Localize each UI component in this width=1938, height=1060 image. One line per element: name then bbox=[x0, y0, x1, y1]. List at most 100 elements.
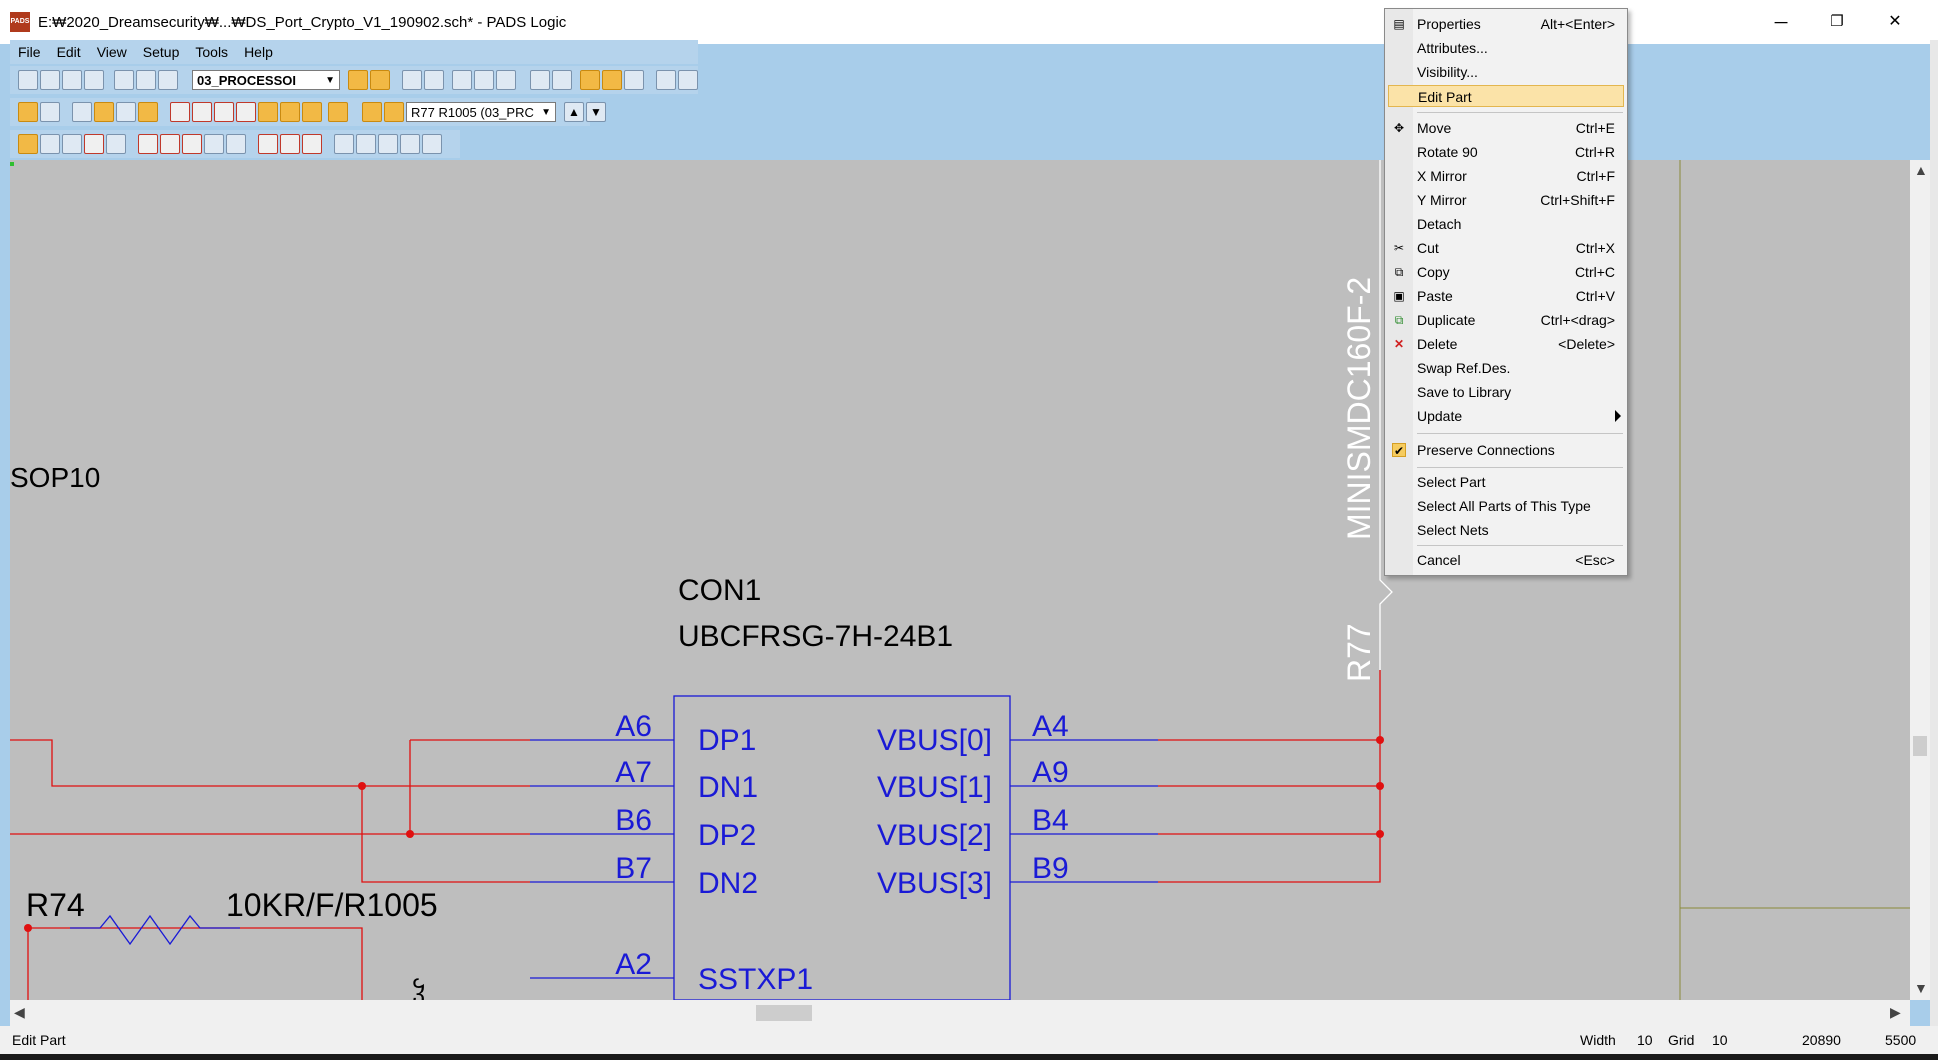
rotate-tool-icon[interactable] bbox=[62, 134, 82, 154]
menu-item-save-to-library[interactable]: Save to Library bbox=[1385, 381, 1627, 403]
tool-e-icon[interactable] bbox=[624, 70, 644, 90]
connect-d-icon[interactable] bbox=[204, 134, 224, 154]
place-d-icon[interactable] bbox=[236, 102, 256, 122]
menu-item-label: Cancel bbox=[1417, 552, 1461, 568]
menu-help[interactable]: Help bbox=[236, 40, 281, 64]
tool-f-icon[interactable] bbox=[656, 70, 676, 90]
place-c-icon[interactable] bbox=[214, 102, 234, 122]
menu-item-delete[interactable]: ✕ Delete <Delete> bbox=[1385, 333, 1627, 355]
connect-e-icon[interactable] bbox=[226, 134, 246, 154]
delete-tool-icon[interactable] bbox=[84, 134, 104, 154]
place-e-icon[interactable] bbox=[258, 102, 278, 122]
net-c-icon[interactable] bbox=[302, 134, 322, 154]
menu-item-attributes[interactable]: Attributes... bbox=[1385, 37, 1627, 59]
scroll-right-icon[interactable]: ▶ bbox=[1890, 1004, 1901, 1021]
scroll-left-icon[interactable]: ◀ bbox=[14, 1004, 25, 1021]
menu-item-visibility[interactable]: Visibility... bbox=[1385, 61, 1627, 83]
copy-icon[interactable] bbox=[136, 70, 156, 90]
cut-icon[interactable] bbox=[114, 70, 134, 90]
add-wire-icon[interactable] bbox=[94, 102, 114, 122]
menu-item-select-all-parts[interactable]: Select All Parts of This Type bbox=[1385, 495, 1627, 517]
menu-setup[interactable]: Setup bbox=[135, 40, 188, 64]
place-a-icon[interactable] bbox=[170, 102, 190, 122]
connect-c-icon[interactable] bbox=[182, 134, 202, 154]
place-g-icon[interactable] bbox=[302, 102, 322, 122]
design-filter-icon[interactable] bbox=[40, 102, 60, 122]
net-b-icon[interactable] bbox=[280, 134, 300, 154]
maximize-button[interactable]: ❐ bbox=[1822, 10, 1852, 34]
menu-item-edit-part[interactable]: Edit Part bbox=[1388, 85, 1624, 107]
connect-b-icon[interactable] bbox=[160, 134, 180, 154]
connect-a-icon[interactable] bbox=[138, 134, 158, 154]
menu-view[interactable]: View bbox=[89, 40, 135, 64]
add-part-icon[interactable] bbox=[72, 102, 92, 122]
net-a-icon[interactable] bbox=[258, 134, 278, 154]
menu-item-x-mirror[interactable]: X Mirror Ctrl+F bbox=[1385, 165, 1627, 187]
menu-item-cancel[interactable]: Cancel <Esc> bbox=[1385, 549, 1627, 571]
select-filter-icon[interactable] bbox=[370, 70, 390, 90]
menu-item-properties[interactable]: ▤ Properties Alt+<Enter> bbox=[1385, 13, 1627, 35]
zoom-icon[interactable] bbox=[452, 70, 472, 90]
arrow-up-icon[interactable]: ▲ bbox=[564, 102, 584, 122]
tool-a-icon[interactable] bbox=[530, 70, 550, 90]
horizontal-scrollbar[interactable]: ◀ ▶ bbox=[10, 1000, 1910, 1026]
horizontal-scroll-thumb[interactable] bbox=[756, 1005, 812, 1021]
menu-item-swap-refdes[interactable]: Swap Ref.Des. bbox=[1385, 357, 1627, 379]
scroll-down-icon[interactable]: ▼ bbox=[1914, 980, 1928, 996]
attr-a-icon[interactable] bbox=[334, 134, 354, 154]
attr-d-icon[interactable] bbox=[400, 134, 420, 154]
design-select-icon[interactable] bbox=[18, 102, 38, 122]
move-tool-icon[interactable] bbox=[40, 134, 60, 154]
open-icon[interactable] bbox=[40, 70, 60, 90]
menu-edit[interactable]: Edit bbox=[49, 40, 89, 64]
pin-name: DN2 bbox=[698, 867, 758, 900]
board-icon[interactable] bbox=[474, 70, 494, 90]
vertical-scroll-thumb[interactable] bbox=[1913, 736, 1927, 756]
vertical-scrollbar[interactable]: ▲ ▼ bbox=[1910, 160, 1930, 1000]
menu-item-update[interactable]: Update bbox=[1385, 405, 1627, 427]
tool-d-icon[interactable] bbox=[602, 70, 622, 90]
attr-e-icon[interactable] bbox=[422, 134, 442, 154]
new-icon[interactable] bbox=[18, 70, 38, 90]
place-f-icon[interactable] bbox=[280, 102, 300, 122]
menu-item-select-part[interactable]: Select Part bbox=[1385, 471, 1627, 493]
add-bus-icon[interactable] bbox=[116, 102, 136, 122]
part-select[interactable]: R77 R1005 (03_PRC ▼ bbox=[406, 102, 556, 122]
menu-item-move[interactable]: ✥ Move Ctrl+E bbox=[1385, 117, 1627, 139]
menu-file[interactable]: File bbox=[10, 40, 49, 64]
menu-item-preserve-connections[interactable]: ✔ Preserve Connections bbox=[1385, 439, 1627, 461]
text-icon[interactable] bbox=[384, 102, 404, 122]
minimize-button[interactable]: ─ bbox=[1766, 10, 1796, 34]
tool-c-icon[interactable] bbox=[580, 70, 600, 90]
attr-c-icon[interactable] bbox=[378, 134, 398, 154]
menu-item-duplicate[interactable]: ⧉ Duplicate Ctrl+<drag> bbox=[1385, 309, 1627, 331]
attr-b-icon[interactable] bbox=[356, 134, 376, 154]
arrow-down-icon[interactable]: ▼ bbox=[586, 102, 606, 122]
redraw-icon[interactable] bbox=[496, 70, 516, 90]
menu-item-select-nets[interactable]: Select Nets bbox=[1385, 519, 1627, 541]
copy-tool-icon[interactable] bbox=[106, 134, 126, 154]
sheet-select[interactable]: 03_PROCESSOI ▼ bbox=[192, 70, 340, 90]
scroll-up-icon[interactable]: ▲ bbox=[1914, 162, 1928, 178]
menu-item-y-mirror[interactable]: Y Mirror Ctrl+Shift+F bbox=[1385, 189, 1627, 211]
menu-item-copy[interactable]: ⧉ Copy Ctrl+C bbox=[1385, 261, 1627, 283]
undo-icon[interactable] bbox=[402, 70, 422, 90]
print-icon[interactable] bbox=[84, 70, 104, 90]
add-label-icon[interactable] bbox=[138, 102, 158, 122]
menu-item-paste[interactable]: ▣ Paste Ctrl+V bbox=[1385, 285, 1627, 307]
menu-item-rotate[interactable]: Rotate 90 Ctrl+R bbox=[1385, 141, 1627, 163]
place-h-icon[interactable] bbox=[328, 102, 348, 122]
menu-item-detach[interactable]: Detach bbox=[1385, 213, 1627, 235]
paste-icon[interactable] bbox=[158, 70, 178, 90]
menu-tools[interactable]: Tools bbox=[187, 40, 236, 64]
select-mode-icon[interactable] bbox=[348, 70, 368, 90]
place-b-icon[interactable] bbox=[192, 102, 212, 122]
redo-icon[interactable] bbox=[424, 70, 444, 90]
close-button[interactable]: ✕ bbox=[1880, 10, 1910, 34]
pointer-icon[interactable] bbox=[18, 134, 38, 154]
tool-b-icon[interactable] bbox=[552, 70, 572, 90]
tool-g-icon[interactable] bbox=[678, 70, 698, 90]
draft-icon[interactable] bbox=[362, 102, 382, 122]
save-icon[interactable] bbox=[62, 70, 82, 90]
menu-item-cut[interactable]: ✂ Cut Ctrl+X bbox=[1385, 237, 1627, 259]
